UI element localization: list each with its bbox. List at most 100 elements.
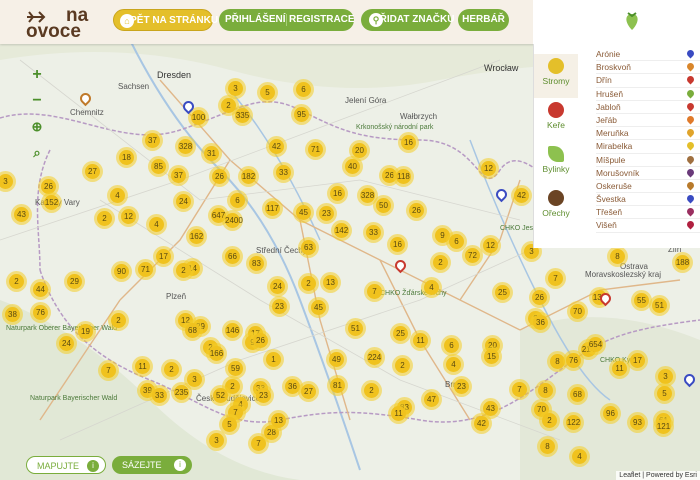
marker-cluster[interactable]: 5 [219, 414, 240, 435]
marker-cluster[interactable]: 2 [108, 310, 129, 331]
marker-cluster[interactable]: 5 [654, 383, 675, 404]
marker-cluster[interactable]: 18 [116, 147, 137, 168]
marker-cluster[interactable]: 76 [30, 302, 51, 323]
marker-cluster[interactable]: 4 [107, 185, 128, 206]
marker-cluster[interactable]: 182 [238, 166, 259, 187]
marker-cluster[interactable]: 152 [41, 192, 62, 213]
marker-cluster[interactable]: 42 [266, 136, 287, 157]
marker-cluster[interactable]: 33 [273, 162, 294, 183]
marker-cluster[interactable]: 70 [567, 301, 588, 322]
marker-cluster[interactable]: 16 [398, 132, 419, 153]
marker-cluster[interactable]: 146 [222, 320, 243, 341]
marker-cluster[interactable]: 37 [142, 130, 163, 151]
back-button[interactable]: ⌂ ZPĚT NA STRÁNKU [113, 9, 218, 31]
marker-cluster[interactable]: 52 [210, 385, 231, 406]
marker-cluster[interactable]: 63 [298, 237, 319, 258]
zoom-in-button[interactable]: + [28, 66, 46, 84]
marker-cluster[interactable]: 37 [168, 165, 189, 186]
marker-cluster[interactable]: 43 [11, 204, 32, 225]
plant-item[interactable]: Oskeruše [596, 180, 700, 194]
logo[interactable]: na ovoce [26, 4, 106, 41]
marker-cluster[interactable]: 235 [171, 382, 192, 403]
marker-cluster[interactable]: 36 [530, 312, 551, 333]
marker-cluster[interactable]: 76 [563, 350, 584, 371]
marker-cluster[interactable]: 12 [480, 235, 501, 256]
marker-cluster[interactable]: 2 [539, 410, 560, 431]
locate-icon[interactable]: ⊕ [28, 118, 46, 136]
marker-cluster[interactable]: 51 [345, 318, 366, 339]
plant-item[interactable]: Meruňka [596, 127, 700, 141]
login-button[interactable]: PŘIHLÁŠENÍ [225, 9, 286, 31]
marker-cluster[interactable]: 45 [293, 202, 314, 223]
marker-cluster[interactable]: 49 [326, 349, 347, 370]
marker-cluster[interactable]: 26 [406, 200, 427, 221]
marker-cluster[interactable]: 4 [443, 354, 464, 375]
sazejte-button[interactable]: SÁZEJTE i [112, 456, 192, 474]
category-orechy[interactable]: Ořechy [534, 186, 578, 230]
marker-cluster[interactable]: 24 [267, 276, 288, 297]
category-bylinky[interactable]: Bylinky [534, 142, 578, 186]
marker-cluster[interactable]: 40 [342, 156, 363, 177]
marker-cluster[interactable]: 12 [478, 158, 499, 179]
plant-item[interactable]: Třešeň [596, 206, 700, 220]
marker-cluster[interactable]: 118 [393, 166, 414, 187]
marker-cluster[interactable]: 26 [250, 330, 271, 351]
marker-cluster[interactable]: 93 [627, 412, 648, 433]
marker-cluster[interactable]: 4 [146, 214, 167, 235]
marker-cluster[interactable]: 12 [118, 206, 139, 227]
category-kere[interactable]: Keře [534, 98, 578, 142]
marker-cluster[interactable]: 23 [253, 385, 274, 406]
plant-item[interactable]: Morušovník [596, 167, 700, 180]
marker-cluster[interactable]: 71 [305, 139, 326, 160]
info-icon[interactable]: i [174, 459, 186, 471]
marker-cluster[interactable]: 19 [75, 321, 96, 342]
marker-cluster[interactable]: 25 [492, 282, 513, 303]
marker-cluster[interactable]: 2400 [222, 210, 243, 231]
marker-cluster[interactable]: 11 [132, 356, 153, 377]
marker-cluster[interactable]: 23 [269, 296, 290, 317]
marker-cluster[interactable]: 162 [186, 226, 207, 247]
marker-cluster[interactable]: 27 [82, 161, 103, 182]
plant-item[interactable]: Jeřáb [596, 114, 700, 128]
marker-cluster[interactable]: 42 [471, 413, 492, 434]
register-button[interactable]: REGISTRACE [289, 9, 355, 31]
marker-cluster[interactable]: 72 [462, 245, 483, 266]
marker-cluster[interactable]: 2 [161, 359, 182, 380]
marker-cluster[interactable]: 8 [537, 436, 558, 457]
marker-cluster[interactable]: 4 [569, 446, 590, 467]
marker-cluster[interactable]: 11 [410, 330, 431, 351]
zoom-out-button[interactable]: − [28, 92, 46, 110]
marker-cluster[interactable]: 11 [388, 403, 409, 424]
plant-item[interactable]: Jabloň [596, 101, 700, 114]
marker-cluster[interactable]: 2 [6, 271, 27, 292]
herbar-button[interactable]: HERBÁŘ [458, 9, 509, 31]
marker-cluster[interactable]: 23 [451, 376, 472, 397]
marker-cluster[interactable]: 13 [320, 272, 341, 293]
marker-cluster[interactable]: 42 [511, 185, 532, 206]
add-marker-button[interactable]: ⚲ PŘIDAT ZNAČKU [361, 9, 454, 31]
marker-cluster[interactable]: 654 [585, 334, 606, 355]
marker-cluster[interactable]: 7 [364, 281, 385, 302]
marker-cluster[interactable]: 6 [441, 335, 462, 356]
marker-cluster[interactable]: 8 [535, 380, 556, 401]
plant-item[interactable]: Míšpule [596, 154, 700, 167]
marker-cluster[interactable]: 96 [600, 403, 621, 424]
marker-cluster[interactable]: 4 [421, 277, 442, 298]
marker-cluster[interactable]: 24 [173, 191, 194, 212]
marker-cluster[interactable]: 24 [56, 333, 77, 354]
marker-cluster[interactable]: 142 [331, 220, 352, 241]
marker-cluster[interactable]: 6 [227, 190, 248, 211]
marker-cluster[interactable]: 166 [206, 343, 227, 364]
marker-cluster[interactable]: 122 [563, 412, 584, 433]
marker-cluster[interactable]: 2 [173, 260, 194, 281]
marker-cluster[interactable]: 2 [392, 355, 413, 376]
marker-cluster[interactable]: 2 [430, 252, 451, 273]
marker-cluster[interactable]: 6 [293, 79, 314, 100]
marker-cluster[interactable]: 95 [291, 104, 312, 125]
marker-cluster[interactable]: 68 [182, 320, 203, 341]
marker-cluster[interactable]: 2 [94, 208, 115, 229]
marker-cluster[interactable]: 83 [246, 253, 267, 274]
marker-cluster[interactable]: 66 [222, 246, 243, 267]
marker-cluster[interactable]: 51 [649, 295, 670, 316]
plant-item[interactable]: Mirabelka [596, 140, 700, 154]
